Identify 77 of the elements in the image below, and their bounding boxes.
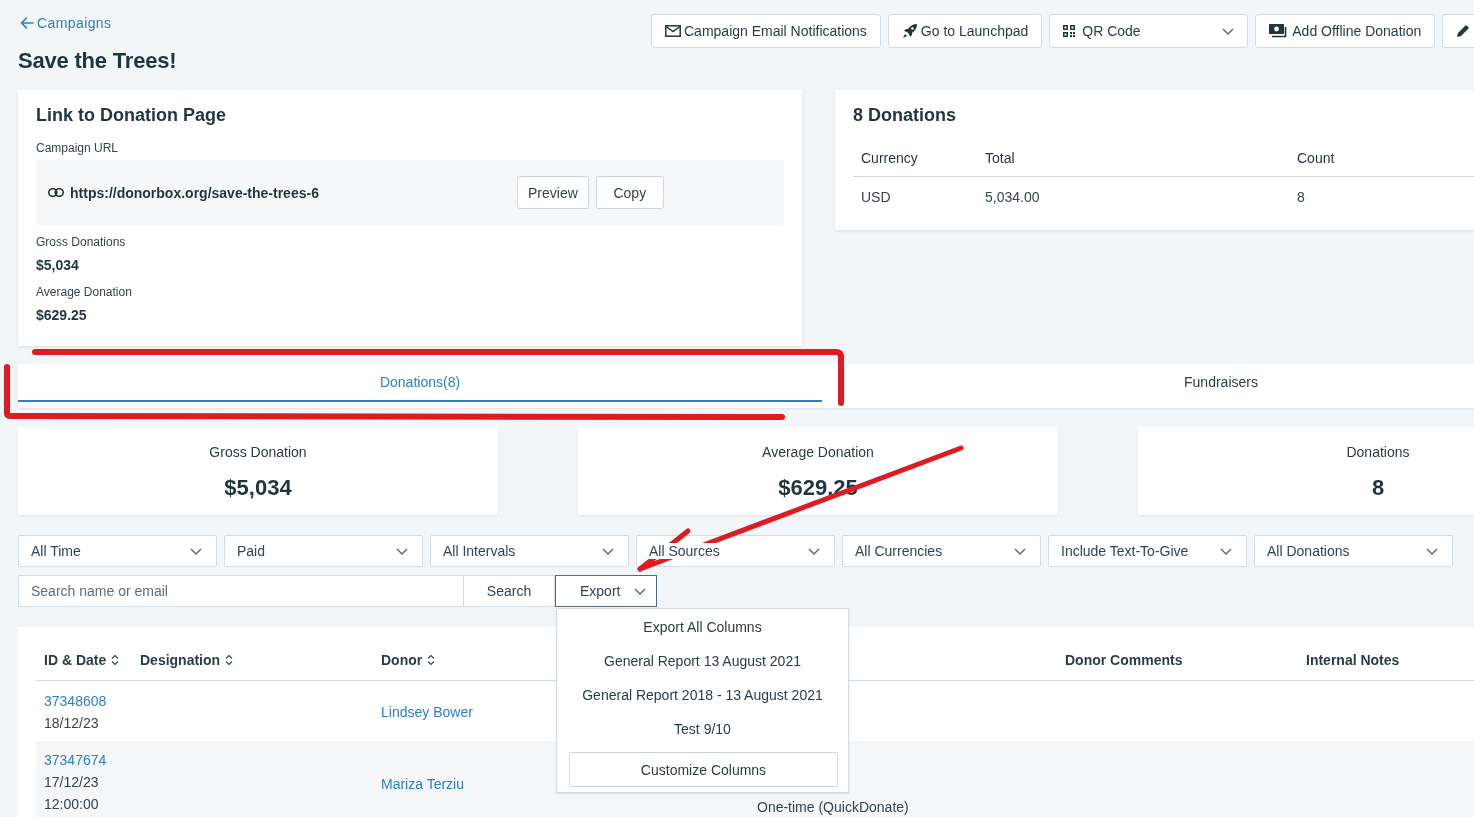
donation-id-link[interactable]: 37347674 [44, 749, 107, 771]
stat-value: $629.25 [36, 306, 87, 325]
menu-item[interactable]: General Report 13 August 2021 [557, 644, 848, 678]
filter-dropdown[interactable]: All Currencies [842, 535, 1041, 567]
chevron-down-icon [190, 547, 202, 555]
edit-button[interactable] [1442, 14, 1474, 48]
sort-icon [427, 654, 436, 666]
url-button[interactable]: Copy [595, 176, 664, 209]
stat-label: Average Donation [36, 284, 132, 300]
table-cell: 5,034.00 [985, 189, 1040, 205]
donation-id-link[interactable]: 37348608 [44, 690, 107, 712]
filter-dropdown[interactable]: All Intervals [430, 535, 629, 567]
toolbar-dropdown[interactable]: QR Code [1049, 14, 1249, 48]
tab[interactable]: Fundraisers [822, 364, 1474, 402]
chevron-down-icon [634, 587, 646, 595]
stat-label: Gross Donations [36, 234, 126, 250]
stat-card-value: $5,034 [224, 474, 292, 502]
search-field[interactable]: Search name or email [18, 575, 463, 607]
cash-icon [1269, 24, 1288, 38]
chevron-down-icon [602, 547, 614, 555]
date-text: 18/12/23 [44, 714, 99, 733]
sort-icon [225, 654, 234, 666]
column-header[interactable]: ID & Date [44, 652, 120, 668]
chevron-down-icon [808, 547, 820, 555]
card-title: Link to Donation Page [36, 104, 226, 127]
column-header: Internal Notes [1306, 652, 1400, 668]
url-text: https://donorbox.org/save-the-trees-6 [70, 184, 319, 201]
stat-card-label: Gross Donation [209, 443, 307, 462]
date-text: 12:00:00 [44, 795, 99, 814]
page-title: Save the Trees! [18, 47, 177, 75]
export-button[interactable]: Export [555, 575, 657, 607]
envelope-icon [665, 25, 681, 37]
menu-item[interactable]: Export All Columns [557, 610, 848, 644]
filter-dropdown[interactable]: All Donations [1254, 535, 1453, 567]
url-label: Campaign URL [36, 140, 119, 156]
table-cell: One-time (QuickDonate) [757, 799, 909, 815]
filter-dropdown[interactable]: Paid [224, 535, 423, 567]
back-link[interactable]: Campaigns [20, 13, 112, 33]
pencil-icon [1456, 24, 1471, 38]
stat-card-label: Donations [1346, 443, 1410, 462]
donor-link[interactable]: Lindsey Bower [381, 704, 473, 720]
donor-link[interactable]: Mariza Terziu [381, 775, 464, 792]
chevron-down-icon [1220, 547, 1232, 555]
card-title: 8 Donations [853, 104, 956, 127]
filter-dropdown[interactable]: Include Text-To-Give [1048, 535, 1247, 567]
date-text: 17/12/23 [44, 773, 99, 792]
toolbar-button[interactable]: Add Offline Donation [1255, 14, 1436, 48]
chevron-down-icon [1014, 547, 1026, 555]
menu-item[interactable]: Test 9/10 [557, 712, 848, 746]
stat-card-label: Average Donation [762, 443, 874, 462]
table-cell: USD [861, 189, 891, 205]
customize-columns-button[interactable]: Customize Columns [569, 752, 838, 787]
filter-dropdown[interactable]: All Sources [636, 535, 835, 567]
rocket-icon [901, 23, 918, 39]
toolbar-button[interactable]: Go to Launchpad [887, 14, 1043, 48]
back-arrow-icon [20, 17, 34, 29]
column-header: Count [1297, 150, 1335, 166]
chevron-down-icon [396, 547, 408, 555]
sort-icon [111, 654, 120, 666]
chevron-down-icon [1426, 547, 1438, 555]
column-header: Total [985, 150, 1015, 166]
column-header[interactable]: Designation [140, 652, 234, 668]
menu-item[interactable]: General Report 2018 - 13 August 2021 [557, 678, 848, 712]
column-header: Donor Comments [1065, 652, 1183, 668]
link-icon [48, 188, 64, 197]
url-button[interactable]: Preview [517, 176, 589, 209]
qr-code-icon [1063, 25, 1076, 37]
column-header[interactable]: Donor [381, 652, 436, 668]
filter-dropdown[interactable]: All Time [18, 535, 217, 567]
column-header: Currency [861, 150, 918, 166]
chevron-down-icon [1222, 27, 1235, 35]
tab[interactable]: Donations(8) [18, 364, 822, 402]
search-button[interactable]: Search [463, 575, 555, 607]
stat-value: $5,034 [36, 256, 79, 275]
toolbar-button[interactable]: Campaign Email Notifications [651, 14, 881, 48]
table-cell: 8 [1297, 189, 1305, 205]
stat-card-value: 8 [1371, 474, 1385, 502]
